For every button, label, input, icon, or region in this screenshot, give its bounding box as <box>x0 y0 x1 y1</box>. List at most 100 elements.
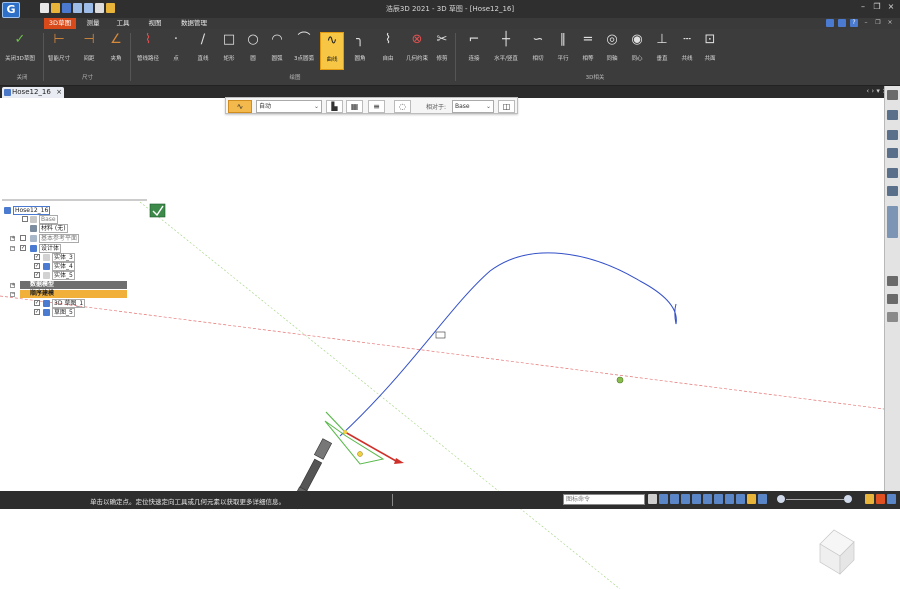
tree-item-root[interactable]: Hose12_16 <box>13 206 51 215</box>
tree-checkbox[interactable]: ✓ <box>20 245 26 251</box>
tree-checkbox[interactable]: ✓ <box>34 272 40 278</box>
save-icon[interactable] <box>62 3 71 13</box>
loop-icon[interactable]: ◌ <box>394 100 411 113</box>
line-button[interactable]: ∕ 直线 <box>192 32 214 70</box>
section-icon[interactable] <box>747 494 756 504</box>
restore-icon[interactable]: ❐ <box>872 2 882 12</box>
status-gear-icon[interactable] <box>865 494 874 504</box>
zoom-window-icon[interactable] <box>659 494 668 504</box>
pipe-path-button[interactable]: ⌇ 管线路径 <box>135 32 161 70</box>
geometric-constraint-button[interactable]: ⊗ 几何约束 <box>404 32 430 70</box>
coplanar-button[interactable]: ⊡ 共面 <box>700 32 720 70</box>
expand-icon[interactable]: + <box>10 283 15 288</box>
tree-checkbox[interactable]: ✓ <box>34 263 40 269</box>
open-folder-icon[interactable] <box>51 3 60 13</box>
circle-button[interactable]: ○ 圆 <box>243 32 263 70</box>
tab-view[interactable]: 视图 <box>144 18 166 29</box>
settings-icon[interactable] <box>106 3 115 13</box>
connect-button[interactable]: ⌐ 连接 <box>463 32 485 70</box>
three-point-arc-button[interactable]: ⌒ 3点圆弧 <box>290 32 318 70</box>
minimize-icon[interactable]: – <box>858 2 868 12</box>
zoom-slider[interactable] <box>774 494 854 505</box>
point-button[interactable]: · 点 <box>165 32 187 70</box>
dock-pin-icon[interactable] <box>887 90 898 100</box>
dock-layers-icon[interactable] <box>887 130 898 140</box>
help-icon[interactable]: ? <box>850 19 858 27</box>
collapse-icon[interactable]: − <box>10 292 15 297</box>
status-info-icon[interactable] <box>887 494 896 504</box>
ribbon-minimize-icon[interactable]: – <box>862 19 870 27</box>
tree-checkbox[interactable]: ✓ <box>34 309 40 315</box>
dock-views-icon[interactable] <box>887 186 898 196</box>
3d-viewport[interactable]: Hose12_16 Base 材料 (无) + 基本参考平面 − ✓ 设计体 ✓… <box>0 98 884 589</box>
redo-icon[interactable] <box>84 3 93 13</box>
zoom-in-icon[interactable] <box>844 495 852 503</box>
tree-checkbox[interactable] <box>20 235 26 241</box>
fillet-button[interactable]: ╮ 圆角 <box>350 32 370 70</box>
rotate-icon[interactable] <box>703 494 712 504</box>
command-finder-input[interactable] <box>563 494 645 505</box>
expand-icon[interactable]: + <box>10 236 15 241</box>
status-alert-icon[interactable] <box>876 494 885 504</box>
dock-options-icon[interactable] <box>887 312 898 322</box>
distance-button[interactable]: ⊣ 间距 <box>77 32 101 70</box>
trim-button[interactable]: ✂ 修剪 <box>432 32 452 70</box>
perpendicular-button[interactable]: ⊥ 垂直 <box>652 32 672 70</box>
horizontal-vertical-button[interactable]: ┼ 水平/竖直 <box>489 32 523 70</box>
dock-help-icon[interactable] <box>887 110 898 120</box>
relative-to-dropdown[interactable]: Base ⌄ <box>452 100 494 113</box>
zoom-out-icon[interactable] <box>777 495 785 503</box>
dock-tools-icon[interactable] <box>887 168 898 178</box>
print-icon[interactable] <box>95 3 104 13</box>
tab-data-management[interactable]: 数据管理 <box>176 18 212 29</box>
document-tab[interactable]: Hose12_16 × <box>2 87 64 98</box>
dock-panel-tab[interactable] <box>887 206 898 238</box>
free-button[interactable]: ⌇ 自由 <box>378 32 398 70</box>
tree-item-3d-sketch[interactable]: 3D 草图_1 <box>52 299 86 308</box>
camera-icon[interactable] <box>758 494 767 504</box>
tree-item-material[interactable]: 材料 (无) <box>39 224 68 233</box>
ribbon-restore-icon[interactable]: ❐ <box>874 19 882 27</box>
parallel-button[interactable]: ∥ 平行 <box>553 32 573 70</box>
snap-icon[interactable]: ◫ <box>498 100 515 113</box>
arrow-icon[interactable] <box>648 494 657 504</box>
collapse-icon[interactable]: − <box>10 246 15 251</box>
dock-more-icon[interactable] <box>887 294 898 304</box>
display-icon[interactable] <box>736 494 745 504</box>
mode-dropdown[interactable]: 自动 ⌄ <box>256 100 322 113</box>
zoom-track[interactable] <box>786 499 844 500</box>
fit-view-icon[interactable] <box>681 494 690 504</box>
layout-icon[interactable] <box>838 19 846 27</box>
tree-item-ordered-modeling[interactable]: 顺序建模 <box>30 290 54 298</box>
smart-dimension-button[interactable]: ⊢ 智能尺寸 <box>45 32 73 70</box>
endpoint-icon[interactable]: ▙ <box>326 100 343 113</box>
tree-item-data-model[interactable]: 数据模型 <box>30 281 54 289</box>
angle-button[interactable]: ∠ 夹角 <box>104 32 128 70</box>
close-icon[interactable]: × <box>886 2 896 12</box>
tab-close-icon[interactable]: × <box>56 87 62 98</box>
coaxial-button[interactable]: ◎ 同轴 <box>602 32 622 70</box>
pan-icon[interactable] <box>692 494 701 504</box>
tree-item-base[interactable]: Base <box>39 215 58 224</box>
tree-checkbox[interactable]: ✓ <box>34 300 40 306</box>
tree-item-solid[interactable]: 实体_5 <box>52 271 75 280</box>
tree-item-solid[interactable]: 实体_4 <box>52 262 75 271</box>
concentric-button[interactable]: ◉ 同心 <box>627 32 647 70</box>
ribbon-close-icon[interactable]: × <box>886 19 894 27</box>
tree-splitter[interactable] <box>2 199 147 201</box>
grid-icon[interactable]: ▦ <box>346 100 363 113</box>
close-sketch-button[interactable]: ✓ 关闭3D草图 <box>2 32 38 70</box>
style-icon[interactable] <box>826 19 834 27</box>
tab-tools[interactable]: 工具 <box>112 18 134 29</box>
shading-icon[interactable] <box>725 494 734 504</box>
app-logo[interactable]: G <box>2 2 20 18</box>
view-orient-icon[interactable] <box>714 494 723 504</box>
zoom-icon[interactable] <box>670 494 679 504</box>
tab-measure[interactable]: 测量 <box>82 18 104 29</box>
new-file-icon[interactable] <box>40 3 49 13</box>
tangent-button[interactable]: ∽ 相切 <box>528 32 548 70</box>
arc-button[interactable]: ◠ 圆弧 <box>266 32 288 70</box>
tree-checkbox[interactable]: ✓ <box>34 254 40 260</box>
dock-separator-icon[interactable] <box>887 276 898 286</box>
curve-button[interactable]: ∿ 曲线 <box>320 32 344 70</box>
